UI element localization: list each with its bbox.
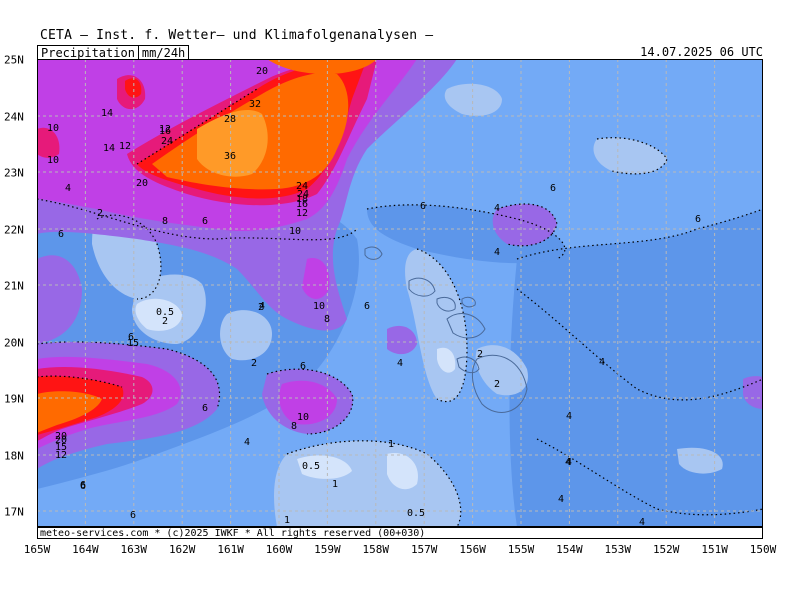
contour-value-label: 20: [256, 66, 268, 77]
contour-value-label: 14: [103, 143, 115, 154]
contour-value-label: 2: [251, 358, 257, 369]
contour-value-label: 28: [224, 114, 236, 125]
contour-value-label: 4: [494, 247, 500, 258]
longitude-tick-label: 160W: [265, 543, 293, 556]
contour-value-label: 4: [397, 358, 403, 369]
contour-value-label: 12: [296, 208, 308, 219]
contour-value-label: 2: [494, 379, 500, 390]
contour-value-label: 0.5: [407, 508, 425, 519]
longitude-tick-label: 161W: [217, 543, 244, 556]
latitude-tick-label: 19N: [4, 392, 24, 406]
longitude-tick-label: 163W: [120, 543, 148, 556]
contour-value-label: 8: [162, 216, 168, 227]
contour-value-label: 4: [244, 437, 250, 448]
contour-value-label: 6: [130, 510, 136, 521]
contour-value-label: 2: [162, 316, 168, 327]
contour-value-label: 12: [159, 124, 171, 135]
contour-value-label: 0.5: [302, 461, 320, 472]
longitude-tick-label: 159W: [314, 543, 341, 556]
latitude-tick-label: 25N: [4, 53, 24, 67]
contour-value-label: 10: [47, 123, 59, 134]
contour-value-label: 10: [297, 412, 309, 423]
longitude-tick-label: 152W: [652, 543, 680, 556]
contour-value-label: 4: [566, 457, 572, 468]
contour-value-label: 12: [55, 450, 67, 461]
longitude-tick-label: 155W: [507, 543, 535, 556]
contour-value-label: 2: [97, 208, 103, 219]
longitude-tick-label: 156W: [459, 543, 486, 556]
contour-value-label: 6: [80, 481, 86, 492]
valid-datetime: 14.07.2025 06 UTC: [640, 45, 763, 59]
longitude-tick-label: 153W: [604, 543, 632, 556]
contour-value-label: 4: [599, 357, 605, 368]
longitude-tick-label: 150W: [749, 543, 777, 556]
chart-title: CETA — Inst. f. Wetter— und Klimafolgena…: [40, 28, 434, 43]
longitude-tick-label: 157W: [410, 543, 438, 556]
latitude-tick-label: 21N: [4, 279, 24, 293]
latitude-tick-label: 17N: [4, 505, 24, 519]
contour-value-label: 10: [47, 155, 59, 166]
contour-value-label: 4: [259, 301, 265, 312]
contour-value-label: 1: [284, 515, 290, 526]
longitude-tick-label: 162W: [168, 543, 196, 556]
contour-value-label: 6: [58, 229, 64, 240]
contour-value-label: 36: [224, 151, 236, 162]
contour-value-label: 8: [291, 421, 297, 432]
contour-value-label: 2: [477, 349, 483, 360]
latitude-tick-label: 20N: [4, 336, 24, 349]
contour-value-label: 1: [332, 479, 338, 490]
contour-value-label: 4: [65, 183, 71, 194]
contour-value-label: 6: [300, 361, 306, 372]
contour-value-label: 32: [249, 99, 261, 110]
latitude-tick-label: 23N: [4, 166, 24, 180]
contour-value-label: 4: [639, 517, 645, 527]
contour-value-label: 10: [289, 226, 301, 237]
contour-value-label: 4: [558, 494, 564, 505]
latitude-tick-label: 22N: [4, 223, 24, 236]
contour-value-label: 6: [550, 183, 556, 194]
contour-value-label: 12: [119, 141, 131, 152]
latitude-tick-label: 18N: [4, 449, 24, 462]
contour-value-label: 6: [202, 403, 208, 414]
longitude-tick-label: 154W: [556, 543, 583, 556]
contour-value-label: 15: [127, 338, 139, 349]
contour-value-label: 4: [494, 203, 500, 214]
latitude-tick-label: 24N: [4, 110, 24, 123]
contour-value-label: 20: [136, 178, 148, 189]
contour-value-label: 8: [324, 314, 330, 325]
longitude-tick-label: 151W: [701, 543, 728, 556]
longitude-tick-label: 158W: [362, 543, 390, 556]
contour-value-label: 4: [566, 411, 572, 422]
longitude-tick-label: 165W: [23, 543, 51, 556]
contour-value-label: 6: [202, 216, 208, 227]
longitude-tick-label: 164W: [72, 543, 99, 556]
contour-value-label: 6: [695, 214, 701, 225]
contour-value-label: 6: [420, 201, 426, 212]
contour-value-label: 14: [101, 108, 113, 119]
copyright-footer: meteo-services.com * (c)2025 IWKF * All …: [37, 527, 763, 539]
precipitation-map: 2032283624241412161412181010202420161242…: [37, 59, 763, 527]
contour-value-label: 24: [161, 136, 173, 147]
contour-value-label: 1: [388, 439, 394, 450]
contour-value-label: 6: [364, 301, 370, 312]
contour-value-label: 10: [313, 301, 325, 312]
